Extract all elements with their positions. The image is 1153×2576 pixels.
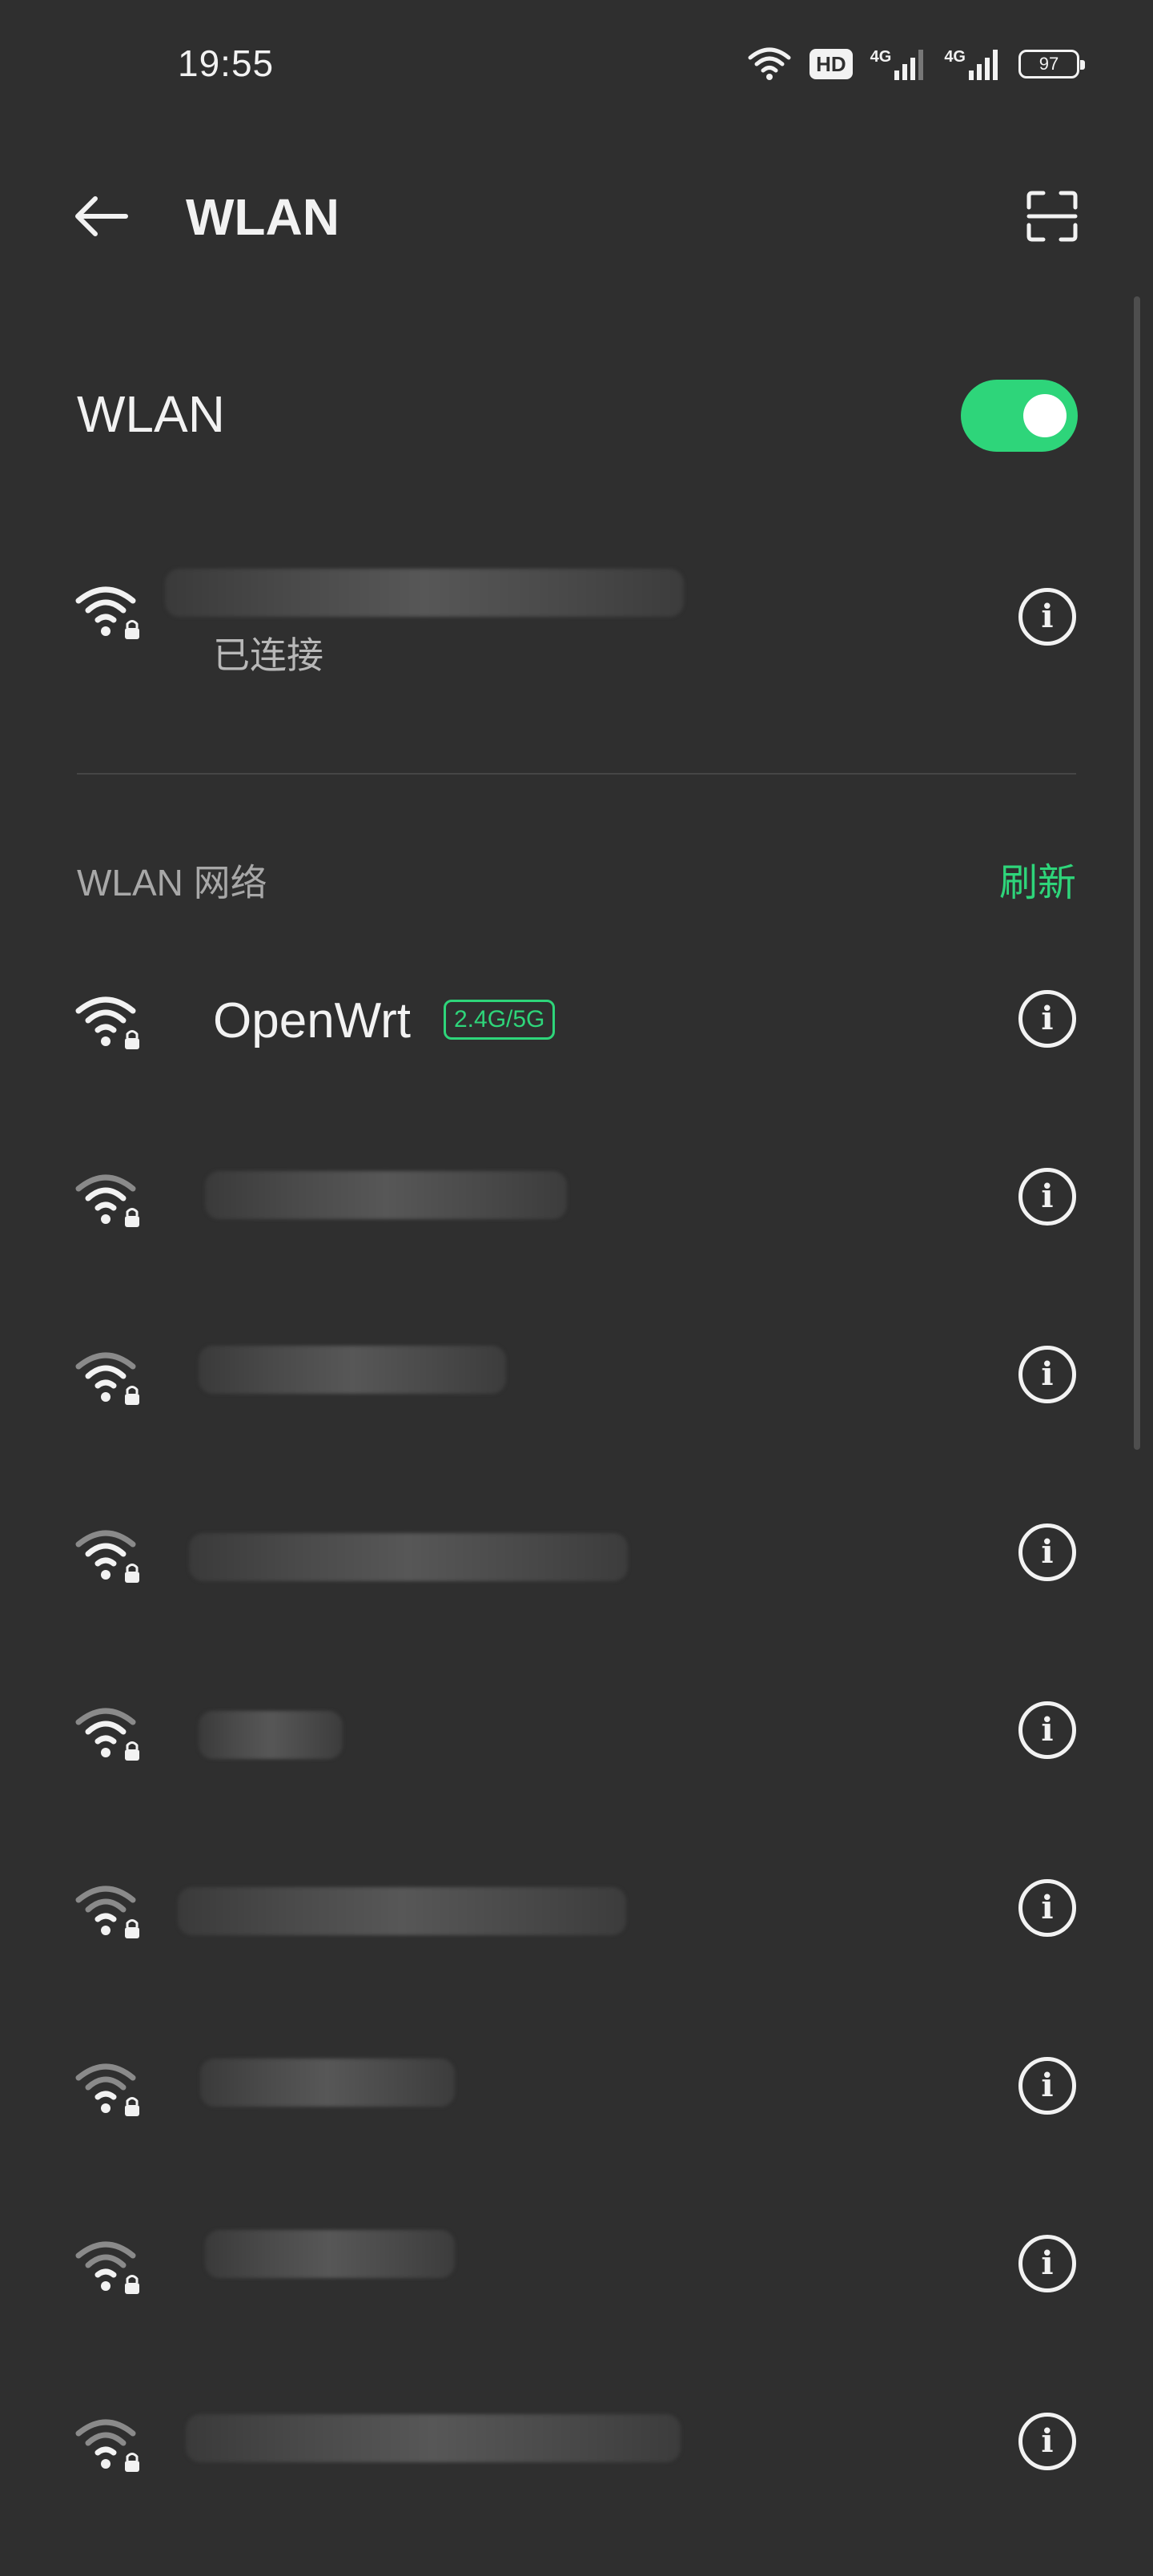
back-button[interactable] xyxy=(69,184,133,248)
redacted-ssid xyxy=(178,1887,626,1935)
refresh-button[interactable]: 刷新 xyxy=(999,851,1076,907)
toggle-knob xyxy=(1023,394,1067,437)
info-icon: i xyxy=(1041,598,1054,635)
redacted-ssid xyxy=(200,2059,455,2107)
redacted-ssid xyxy=(189,1533,628,1581)
network-row[interactable]: i xyxy=(0,1112,1153,1290)
info-button[interactable]: i xyxy=(1018,2413,1076,2470)
battery-level: 97 xyxy=(1039,54,1059,74)
section-title: WLAN 网络 xyxy=(77,862,267,904)
redacted-ssid xyxy=(199,1346,506,1394)
signal-icon: 4G xyxy=(944,48,1001,80)
redacted-ssid xyxy=(205,1171,567,1219)
redacted-ssid xyxy=(205,2230,455,2278)
info-icon: i xyxy=(1041,1533,1054,1571)
network-row[interactable]: i xyxy=(0,1823,1153,2001)
network-ssid: OpenWrt xyxy=(213,993,411,1049)
scrollbar[interactable] xyxy=(1134,296,1140,1450)
info-icon: i xyxy=(1041,1000,1054,1037)
wifi-lock-icon xyxy=(75,1352,139,1405)
network-row[interactable]: i xyxy=(0,1645,1153,1823)
info-button[interactable]: i xyxy=(1018,2235,1076,2292)
network-row[interactable]: OpenWrt 2.4G/5G i xyxy=(0,934,1153,1112)
wifi-lock-icon xyxy=(75,1530,139,1583)
scan-icon xyxy=(1026,191,1078,242)
status-bar: 19:55 HD 4G 4G 97 xyxy=(0,0,1153,128)
scan-button[interactable] xyxy=(1020,184,1084,248)
wlan-toggle-switch[interactable] xyxy=(961,380,1078,452)
wifi-lock-icon xyxy=(75,996,139,1049)
info-button[interactable]: i xyxy=(1018,588,1076,646)
network-row[interactable]: i xyxy=(0,2001,1153,2179)
info-icon: i xyxy=(1041,1889,1054,1926)
network-row[interactable]: i xyxy=(0,1467,1153,1645)
info-button[interactable]: i xyxy=(1018,1168,1076,1226)
redacted-ssid xyxy=(186,2414,681,2462)
connected-network[interactable]: 已连接 i xyxy=(0,545,1153,689)
info-button[interactable]: i xyxy=(1018,1701,1076,1759)
arrow-left-icon xyxy=(75,196,128,236)
info-icon: i xyxy=(1041,1355,1054,1393)
wifi-lock-icon xyxy=(75,2419,139,2472)
wifi-lock-icon xyxy=(75,1708,139,1761)
info-icon: i xyxy=(1041,1177,1054,1215)
wifi-lock-icon xyxy=(75,1174,139,1227)
band-badge: 2.4G/5G xyxy=(444,1000,556,1040)
status-icons: HD 4G 4G 97 xyxy=(747,42,1085,87)
signal-icon: 4G xyxy=(870,48,927,80)
wifi-lock-icon xyxy=(75,1886,139,1938)
info-button[interactable]: i xyxy=(1018,1879,1076,1937)
network-row[interactable]: i xyxy=(0,2179,1153,2357)
status-time: 19:55 xyxy=(178,42,275,84)
app-header: WLAN xyxy=(0,160,1153,272)
info-button[interactable]: i xyxy=(1018,1523,1076,1581)
redacted-ssid xyxy=(165,569,684,617)
wifi-lock-icon xyxy=(75,586,139,639)
info-button[interactable]: i xyxy=(1018,990,1076,1048)
info-button[interactable]: i xyxy=(1018,2057,1076,2115)
connection-status: 已连接 xyxy=(213,634,323,676)
wlan-label: WLAN xyxy=(77,385,225,443)
redacted-ssid xyxy=(199,1711,343,1759)
info-icon: i xyxy=(1041,2422,1054,2460)
divider xyxy=(77,773,1076,775)
info-icon: i xyxy=(1041,2067,1054,2104)
info-icon: i xyxy=(1041,2244,1054,2282)
wifi-icon xyxy=(748,47,791,80)
network-row[interactable]: i xyxy=(0,2357,1153,2534)
info-button[interactable]: i xyxy=(1018,1346,1076,1403)
hd-voice-icon: HD xyxy=(810,49,853,79)
page-title: WLAN xyxy=(186,188,339,246)
wifi-lock-icon xyxy=(75,2063,139,2116)
wifi-lock-icon xyxy=(75,2241,139,2294)
info-icon: i xyxy=(1041,1711,1054,1749)
network-row[interactable]: i xyxy=(0,1290,1153,1467)
wlan-toggle-row[interactable]: WLAN xyxy=(0,352,1153,481)
battery-icon: 97 xyxy=(1018,50,1085,78)
